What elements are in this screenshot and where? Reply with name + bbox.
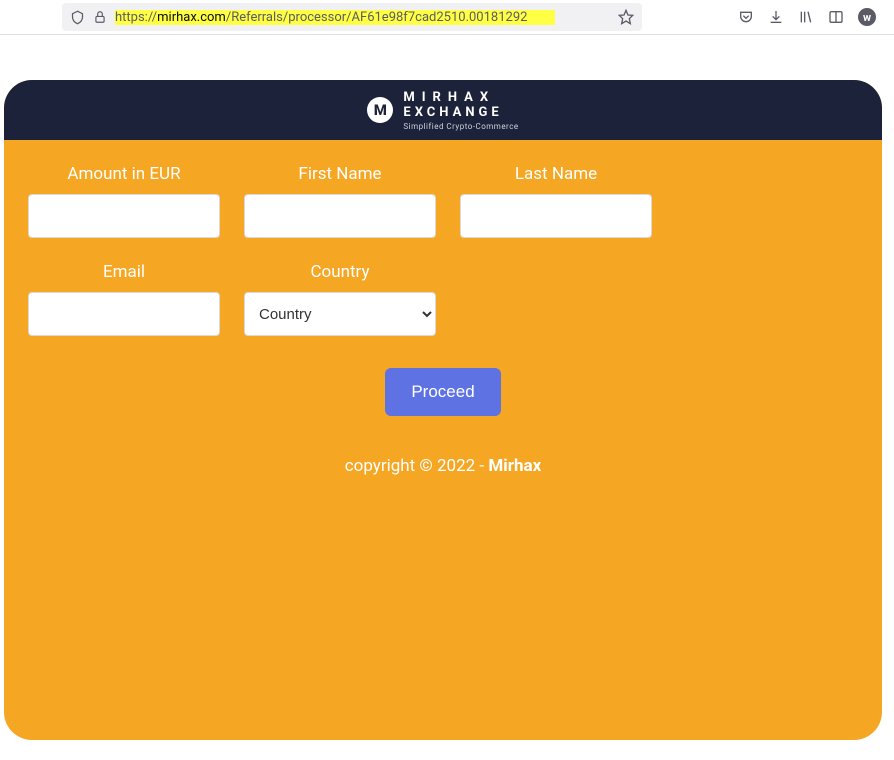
input-first-name[interactable] xyxy=(244,194,436,238)
input-last-name[interactable] xyxy=(460,194,652,238)
field-email: Email xyxy=(28,262,220,336)
url-text[interactable]: https://mirhax.com/Referrals/processor/A… xyxy=(115,10,610,25)
logo-line2: EXCHANGE xyxy=(403,105,518,120)
label-amount: Amount in EUR xyxy=(67,164,180,184)
field-country: Country Country xyxy=(244,262,436,336)
label-country: Country xyxy=(310,262,369,282)
copyright-prefix: copyright © 2022 - xyxy=(345,456,489,476)
pocket-icon[interactable] xyxy=(738,9,754,25)
library-icon[interactable] xyxy=(798,9,814,25)
shield-icon[interactable] xyxy=(70,10,85,25)
field-amount: Amount in EUR xyxy=(28,164,220,238)
proceed-row: Proceed xyxy=(4,368,882,416)
copyright-brand: Mirhax xyxy=(488,456,541,476)
input-email[interactable] xyxy=(28,292,220,336)
page-body: M MIRHAX EXCHANGE Simplified Crypto-Comm… xyxy=(0,35,894,740)
logo-line1: MIRHAX xyxy=(403,90,518,105)
url-proto: https:// xyxy=(115,10,157,25)
sidebar-icon[interactable] xyxy=(828,9,844,25)
label-last-name: Last Name xyxy=(515,164,597,184)
toolbar-right: w xyxy=(738,8,876,26)
field-first-name: First Name xyxy=(244,164,436,238)
main-card: M MIRHAX EXCHANGE Simplified Crypto-Comm… xyxy=(4,80,882,740)
form-grid: Amount in EUR First Name Last Name Email… xyxy=(4,140,882,336)
download-icon[interactable] xyxy=(768,9,784,25)
label-first-name: First Name xyxy=(298,164,381,184)
url-path: /Referrals/processor/AF61e98f7cad2510.00… xyxy=(226,10,528,25)
copyright: copyright © 2022 - Mirhax xyxy=(4,456,882,476)
card-header: M MIRHAX EXCHANGE Simplified Crypto-Comm… xyxy=(4,80,882,140)
bookmark-star-icon[interactable] xyxy=(618,9,634,25)
label-email: Email xyxy=(103,262,145,282)
logo-mark-icon: M xyxy=(367,97,393,123)
lock-icon[interactable] xyxy=(93,10,107,24)
select-country[interactable]: Country xyxy=(244,292,436,336)
field-last-name: Last Name xyxy=(460,164,652,238)
logo-tagline: Simplified Crypto-Commerce xyxy=(403,122,518,131)
brand-logo: M MIRHAX EXCHANGE Simplified Crypto-Comm… xyxy=(367,90,518,131)
browser-toolbar: https://mirhax.com/Referrals/processor/A… xyxy=(0,0,894,35)
proceed-button[interactable]: Proceed xyxy=(385,368,500,416)
url-domain: mirhax.com xyxy=(157,10,226,25)
input-amount[interactable] xyxy=(28,194,220,238)
address-bar[interactable]: https://mirhax.com/Referrals/processor/A… xyxy=(62,3,642,31)
account-icon[interactable]: w xyxy=(858,8,876,26)
